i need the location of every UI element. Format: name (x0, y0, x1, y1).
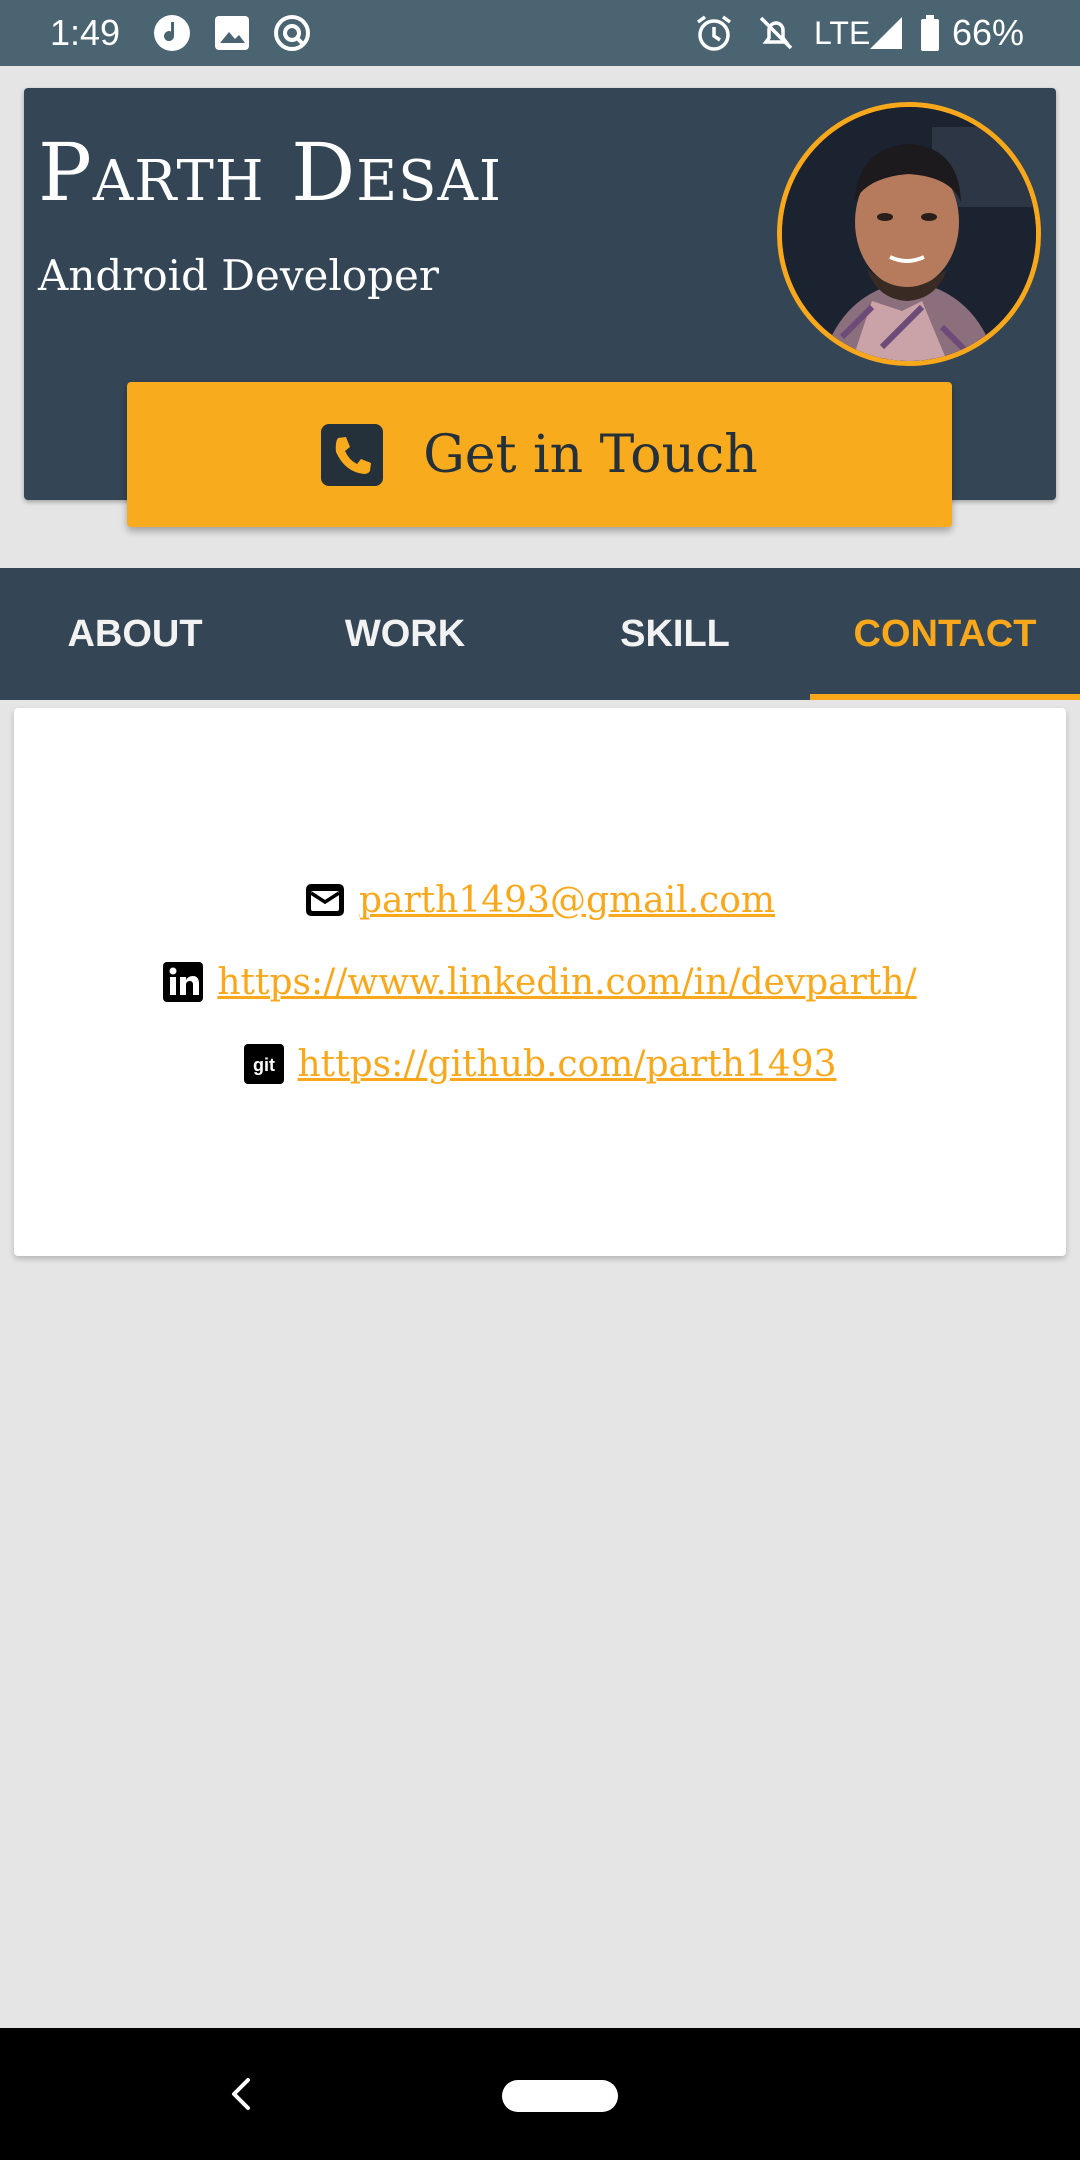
sync-circle-icon (274, 15, 310, 51)
back-icon[interactable] (222, 2074, 262, 2114)
tab-skill[interactable]: SKILL (540, 568, 810, 700)
get-in-touch-button[interactable]: Get in Touch (127, 382, 952, 527)
music-note-icon (154, 15, 190, 51)
avatar-photo (782, 107, 1036, 361)
email-link[interactable]: parth1493@gmail.com (359, 880, 775, 921)
status-time: 1:49 (50, 12, 121, 53)
contact-card: parth1493@gmail.com https://www.linkedin… (14, 708, 1066, 1256)
tab-work[interactable]: WORK (270, 568, 540, 700)
profile-role: Android Developer (38, 251, 439, 300)
alarm-icon (696, 15, 732, 51)
notifications-off-icon (759, 16, 793, 50)
status-bar: 1:49 LTE 66% (0, 0, 1080, 66)
envelope-icon (305, 884, 344, 916)
home-button[interactable] (502, 2080, 618, 2112)
tab-bar: ABOUT WORK SKILL CONTACT (0, 568, 1080, 700)
git-icon: git (243, 1044, 284, 1084)
battery-level: 66% (952, 12, 1025, 53)
tab-about[interactable]: ABOUT (0, 568, 270, 700)
phone-icon (321, 423, 384, 486)
linkedin-row: https://www.linkedin.com/in/devparth/ (14, 952, 1066, 1012)
svg-text:git: git (253, 1055, 275, 1075)
get-in-touch-label: Get in Touch (423, 424, 758, 485)
github-link[interactable]: https://github.com/parth1493 (298, 1044, 837, 1085)
profile-name: Parth Desai (38, 126, 503, 219)
avatar (777, 102, 1041, 366)
tab-contact[interactable]: CONTACT (810, 568, 1080, 700)
linkedin-link[interactable]: https://www.linkedin.com/in/devparth/ (217, 962, 916, 1003)
github-row: git https://github.com/parth1493 (14, 1034, 1066, 1094)
image-icon (215, 16, 249, 50)
signal-icon (870, 17, 902, 49)
linkedin-icon (163, 962, 204, 1002)
battery-icon (921, 15, 939, 51)
email-row: parth1493@gmail.com (14, 870, 1066, 930)
network-type: LTE (814, 15, 871, 51)
